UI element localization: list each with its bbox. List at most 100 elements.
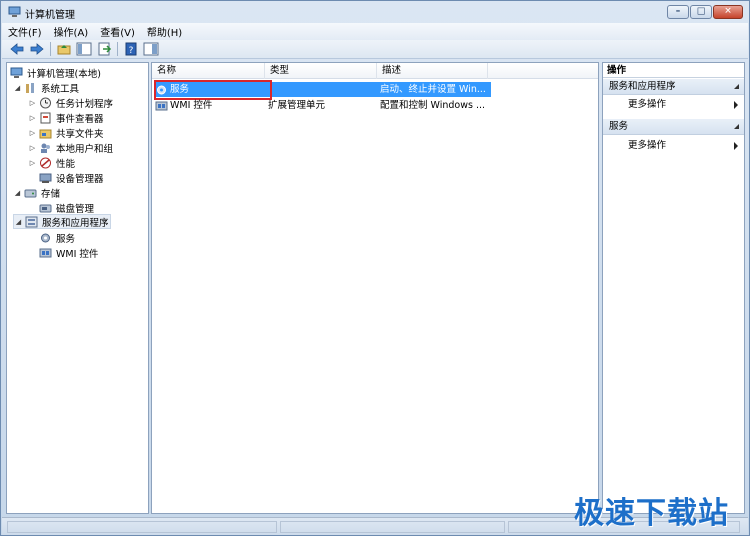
up-folder-icon[interactable] xyxy=(56,42,72,56)
collapse-triangle-icon xyxy=(734,84,739,89)
shared-folder-icon xyxy=(39,129,52,138)
more-actions-item[interactable]: 更多操作 xyxy=(603,138,744,153)
tree-item-label: 存储 xyxy=(41,188,61,200)
tree-item-services-apps[interactable]: ◢ 服务和应用程序 xyxy=(13,214,111,229)
menu-action[interactable]: 操作(A) xyxy=(54,24,89,39)
highlight-box xyxy=(154,80,272,100)
list-cell-description: 启动、终止并设置 Win... xyxy=(380,84,486,95)
list-cell-type: 扩展管理单元 xyxy=(268,100,326,111)
users-icon xyxy=(41,143,50,153)
gear-icon xyxy=(41,233,50,242)
tree-item-root[interactable]: 计算机管理(本地) xyxy=(10,65,101,80)
expand-arrow-icon[interactable]: ▷ xyxy=(28,113,37,122)
disk-icon xyxy=(39,204,52,212)
forward-arrow-icon[interactable] xyxy=(29,42,45,56)
help-icon[interactable]: ? xyxy=(123,42,139,56)
window-title: 计算机管理 xyxy=(25,10,75,21)
tree-item-label: 服务 xyxy=(56,233,76,245)
tree-item-shared-folders[interactable]: ▷ 共享文件夹 xyxy=(28,125,104,140)
expand-arrow-icon[interactable]: ▷ xyxy=(28,98,37,107)
menu-view[interactable]: 查看(V) xyxy=(100,24,135,39)
more-actions-label: 更多操作 xyxy=(628,140,667,151)
tree-item-label: 本地用户和组 xyxy=(56,143,114,155)
expand-arrow-icon[interactable]: ▷ xyxy=(28,143,37,152)
submenu-arrow-icon xyxy=(734,101,738,109)
actions-pane: 操作 服务和应用程序 更多操作 服务 更多操作 xyxy=(602,62,745,514)
actions-section-label: 服务和应用程序 xyxy=(609,81,676,92)
column-header-type[interactable]: 类型 xyxy=(265,63,377,79)
list-cell-type xyxy=(268,82,380,97)
computer-management-icon xyxy=(10,67,23,78)
tools-icon xyxy=(26,82,34,93)
tree-item-services[interactable]: 服务 xyxy=(39,230,75,245)
tree-item-storage[interactable]: ◢ 存储 xyxy=(13,185,60,200)
submenu-arrow-icon xyxy=(734,142,738,150)
wmi-control-icon xyxy=(155,101,168,110)
computer-management-icon xyxy=(8,6,21,17)
clock-icon xyxy=(40,97,51,108)
properties-icon[interactable] xyxy=(143,42,159,56)
minimize-icon: – xyxy=(675,6,681,17)
status-cell xyxy=(7,521,277,533)
minimize-button[interactable]: – xyxy=(667,5,689,19)
actions-title: 操作 xyxy=(603,63,744,78)
menu-bar: 文件(F) 操作(A) 查看(V) 帮助(H) xyxy=(2,23,748,40)
tree-item-device-manager[interactable]: 设备管理器 xyxy=(39,170,104,185)
watermark-logo: 极速下载站 xyxy=(574,496,729,531)
list-cell-name: WMI 控件 xyxy=(170,100,213,111)
title-bar: 计算机管理 – □ ✕ xyxy=(1,1,749,23)
column-header-description[interactable]: 描述 xyxy=(377,63,488,79)
column-header-name[interactable]: 名称 xyxy=(152,63,265,79)
collapse-arrow-icon[interactable]: ◢ xyxy=(13,83,22,92)
tree-item-local-users[interactable]: ▷ 本地用户和组 xyxy=(28,140,113,155)
list-row-wmi[interactable]: WMI 控件 扩展管理单元 配置和控制 Windows ... xyxy=(155,98,491,113)
actions-section-services[interactable]: 服务 xyxy=(603,119,744,135)
close-button[interactable]: ✕ xyxy=(713,5,743,19)
tree-item-label: 系统工具 xyxy=(41,83,80,95)
event-viewer-icon xyxy=(40,112,51,123)
performance-icon xyxy=(40,157,51,168)
tree-item-label: 计算机管理(本地) xyxy=(27,68,101,80)
tree-item-disk-management[interactable]: 磁盘管理 xyxy=(39,200,94,215)
toolbar-separator xyxy=(117,42,118,56)
computer-management-window: 计算机管理 – □ ✕ 文件(F) 操作(A) 查看(V) 帮助(H) ? 计算… xyxy=(0,0,750,536)
tree-item-wmi[interactable]: WMI 控件 xyxy=(39,245,98,260)
services-apps-icon xyxy=(25,216,38,227)
menu-help[interactable]: 帮助(H) xyxy=(147,24,182,39)
maximize-button[interactable]: □ xyxy=(690,5,712,19)
list-header: 名称 类型 描述 xyxy=(152,63,598,79)
svg-text:?: ? xyxy=(129,46,134,56)
more-actions-label: 更多操作 xyxy=(628,99,667,110)
tree-item-label: 设备管理器 xyxy=(56,173,104,185)
wmi-control-icon xyxy=(39,248,52,257)
tree-item-label: 事件查看器 xyxy=(56,113,104,125)
results-list-pane: 名称 类型 描述 服务 启动、终止并设置 Win... WMI 控件 扩展管理单… xyxy=(151,62,599,514)
tree-item-event-viewer[interactable]: ▷ 事件查看器 xyxy=(28,110,104,125)
close-icon: ✕ xyxy=(724,6,732,17)
tree-item-label: 服务和应用程序 xyxy=(42,217,109,229)
tree-item-system-tools[interactable]: ◢ 系统工具 xyxy=(13,80,79,95)
collapse-arrow-icon[interactable]: ◢ xyxy=(13,188,22,197)
tree-item-label: WMI 控件 xyxy=(56,248,99,260)
tree-item-label: 磁盘管理 xyxy=(56,203,95,215)
storage-icon xyxy=(24,189,37,197)
tree-item-label: 任务计划程序 xyxy=(56,98,114,110)
device-manager-icon xyxy=(39,173,52,183)
tree-item-task-scheduler[interactable]: ▷ 任务计划程序 xyxy=(28,95,113,110)
toolbar-separator xyxy=(50,42,51,56)
collapse-arrow-icon[interactable]: ◢ xyxy=(14,217,23,226)
console-tree-pane: 计算机管理(本地) ◢ 系统工具 ▷ 任务计划程序 ▷ 事件查看器 ▷ 共享文件… xyxy=(6,62,149,514)
actions-section-services-apps[interactable]: 服务和应用程序 xyxy=(603,79,744,95)
tree-item-label: 共享文件夹 xyxy=(56,128,104,140)
menu-file[interactable]: 文件(F) xyxy=(8,24,42,39)
show-hide-tree-icon[interactable] xyxy=(76,42,92,56)
actions-section-label: 服务 xyxy=(609,121,629,132)
tree-item-performance[interactable]: ▷ 性能 xyxy=(28,155,75,170)
status-cell xyxy=(280,521,505,533)
expand-arrow-icon[interactable]: ▷ xyxy=(28,128,37,137)
more-actions-item[interactable]: 更多操作 xyxy=(603,97,744,112)
expand-arrow-icon[interactable]: ▷ xyxy=(28,158,37,167)
toolbar: ? xyxy=(2,40,748,59)
export-list-icon[interactable] xyxy=(96,42,112,56)
back-arrow-icon[interactable] xyxy=(9,42,25,56)
